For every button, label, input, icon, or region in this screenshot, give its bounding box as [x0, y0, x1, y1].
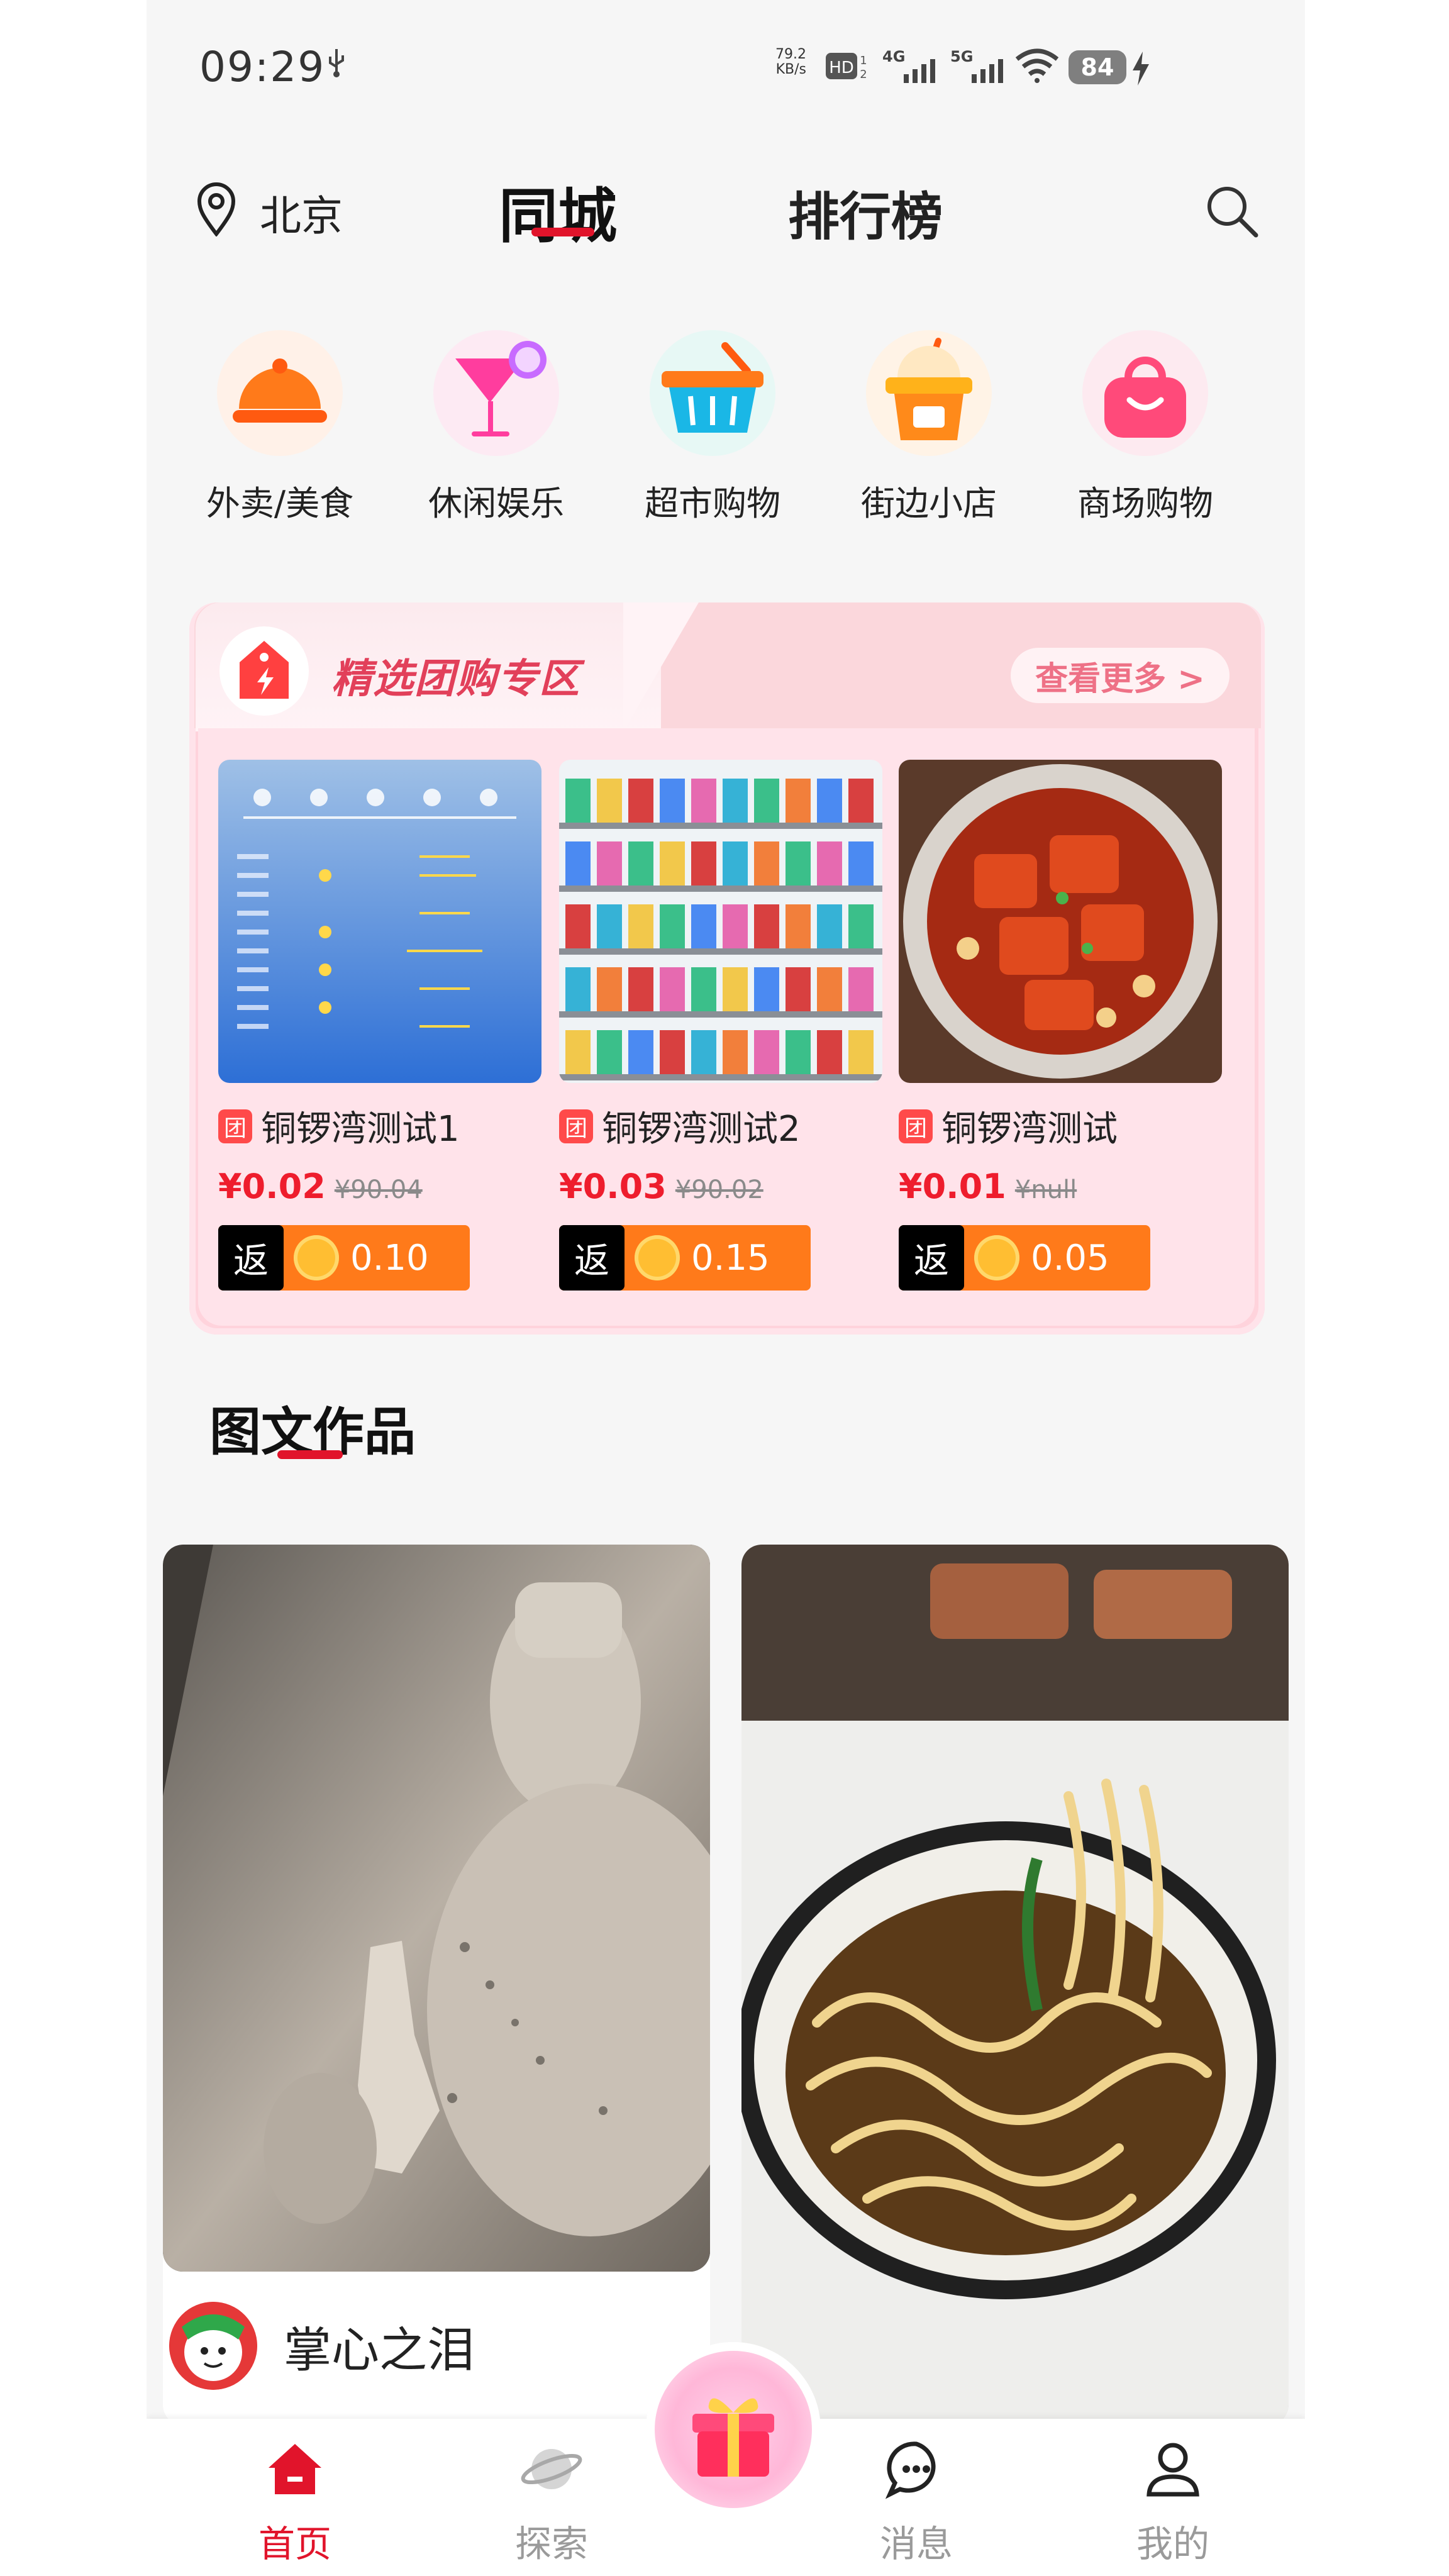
tab-active-indicator — [531, 228, 594, 236]
feed-card[interactable] — [741, 1545, 1289, 2425]
rebate-badge: 返 0.10 — [218, 1225, 470, 1291]
location-pin-icon[interactable] — [196, 181, 237, 236]
category-row: 外卖/美食 休闲娱乐 超市购物 街边小店 商场购物 — [147, 327, 1305, 523]
price-line: ¥0.03 ¥90.02 — [559, 1167, 882, 1206]
category-supermarket[interactable]: 超市购物 — [618, 327, 807, 525]
rebate-badge: 返 0.05 — [899, 1225, 1150, 1291]
group-buy-title: 精选团购专区 — [331, 656, 580, 702]
feed-image-noodles — [741, 1545, 1289, 2425]
svg-text:1: 1 — [860, 54, 867, 67]
product-image-braised-pork — [899, 760, 1222, 1083]
planet-icon — [521, 2449, 582, 2489]
feed-image-buddha — [163, 1545, 710, 2272]
coin-icon — [294, 1235, 339, 1280]
gift-icon — [692, 2398, 774, 2477]
product-name: 团铜锣湾测试1 — [218, 1101, 541, 1152]
app-page: 09:29 79.2 KB/s HD 1 2 4G 5G 84 北京 同城 排行榜 外… — [147, 0, 1305, 2576]
wifi-icon — [1015, 48, 1059, 83]
price-line: ¥0.01 ¥null — [899, 1167, 1222, 1206]
section-underline — [277, 1450, 343, 1459]
search-icon[interactable] — [1203, 182, 1260, 239]
chat-bubble-icon — [885, 2441, 936, 2499]
drink-icon — [866, 330, 992, 456]
location-label[interactable]: 北京 — [260, 182, 343, 243]
group-buy-tab-slant — [623, 602, 699, 731]
product-name: 团铜锣湾测试 — [899, 1101, 1222, 1152]
tab-city[interactable]: 同城 — [499, 169, 617, 254]
home-icon — [269, 2444, 321, 2494]
avatar[interactable] — [169, 2302, 257, 2390]
network-speed: 79.2 KB/s — [775, 47, 806, 77]
rebate-badge: 返 0.15 — [559, 1225, 811, 1291]
nav-messages[interactable]: 消息 — [853, 2438, 979, 2567]
nav-home[interactable]: 首页 — [232, 2438, 358, 2567]
charging-icon — [1133, 52, 1149, 86]
svg-text:5G: 5G — [950, 48, 973, 65]
status-time: 09:29 — [199, 43, 326, 91]
usb-icon — [329, 49, 344, 77]
author-name[interactable]: 掌心之泪 — [284, 2311, 475, 2380]
group-product-card[interactable]: 团铜锣湾测试 ¥0.01 ¥null 返 0.05 — [899, 760, 1222, 1291]
cocktail-icon — [433, 330, 559, 456]
group-tag-badge: 团 — [559, 1109, 593, 1143]
sale-price: ¥0.01 — [899, 1167, 1006, 1206]
tab-ranking[interactable]: 排行榜 — [788, 175, 943, 250]
sale-price: ¥0.03 — [559, 1167, 667, 1206]
hd-icon: HD 12 — [826, 53, 867, 81]
product-name: 团铜锣湾测试2 — [559, 1101, 882, 1152]
rebate-value: 0.15 — [691, 1237, 770, 1279]
group-product-card[interactable]: 团铜锣湾测试2 ¥0.03 ¥90.02 返 0.15 — [559, 760, 882, 1291]
rebate-value: 0.10 — [350, 1237, 429, 1279]
see-more-button[interactable]: 查看更多 > — [1011, 648, 1230, 703]
original-price: ¥null — [1014, 1175, 1077, 1204]
rebate-value: 0.05 — [1031, 1237, 1109, 1279]
coin-icon — [635, 1235, 680, 1280]
product-image-weather — [218, 760, 541, 1083]
coin-icon — [974, 1235, 1019, 1280]
nav-profile[interactable]: 我的 — [1110, 2438, 1236, 2567]
svg-text:HD: HD — [829, 58, 854, 77]
category-street-shop[interactable]: 街边小店 — [835, 327, 1023, 525]
price-line: ¥0.02 ¥90.04 — [218, 1167, 541, 1206]
status-bar: 09:29 79.2 KB/s HD 1 2 4G 5G 84 — [147, 0, 1305, 138]
signal-5g-icon: 5G — [950, 48, 1003, 83]
gift-button[interactable] — [655, 2351, 812, 2508]
category-entertainment[interactable]: 休闲娱乐 — [402, 327, 591, 525]
svg-text:2: 2 — [860, 68, 867, 81]
tag-lightning-icon — [219, 626, 309, 716]
original-price: ¥90.02 — [675, 1175, 763, 1204]
original-price: ¥90.04 — [334, 1175, 423, 1204]
feed-card[interactable]: 掌心之泪 — [163, 1545, 710, 2425]
category-food[interactable]: 外卖/美食 — [186, 327, 374, 525]
feed-author[interactable]: 掌心之泪 — [169, 2302, 710, 2390]
nav-explore[interactable]: 探索 — [489, 2438, 614, 2567]
user-icon — [1146, 2443, 1199, 2497]
group-tag-badge: 团 — [218, 1109, 252, 1143]
top-header: 北京 同城 排行榜 — [147, 157, 1305, 270]
basket-icon — [650, 330, 775, 456]
product-image-shelves — [559, 760, 882, 1083]
food-tray-icon — [217, 330, 343, 456]
bag-icon — [1082, 330, 1208, 456]
sale-price: ¥0.02 — [218, 1167, 326, 1206]
battery-indicator: 84 — [1069, 50, 1126, 84]
category-mall[interactable]: 商场购物 — [1051, 327, 1240, 525]
group-product-card[interactable]: 团铜锣湾测试1 ¥0.02 ¥90.04 返 0.10 — [218, 760, 541, 1291]
svg-text:4G: 4G — [882, 48, 905, 65]
group-tag-badge: 团 — [899, 1109, 933, 1143]
signal-4g-icon: 4G — [882, 48, 935, 83]
